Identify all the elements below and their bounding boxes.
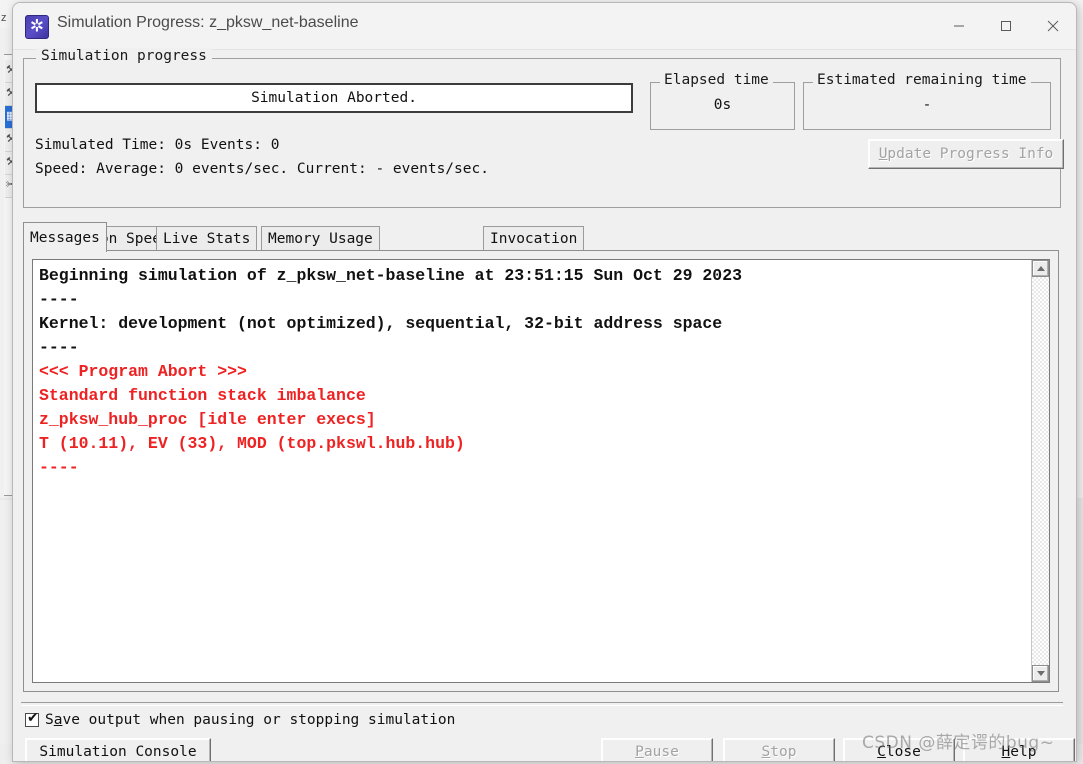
tab-memory-usage[interactable]: Memory Usage	[261, 226, 380, 250]
save-output-checkbox-row[interactable]: ✔ Save output when pausing or stopping s…	[25, 710, 456, 728]
log-line: <<< Program Abort >>>	[39, 362, 247, 381]
simulation-console-button[interactable]: Simulation Console	[25, 738, 211, 761]
messages-panel: Beginning simulation of z_pksw_net-basel…	[23, 250, 1059, 692]
help-button[interactable]: Help	[963, 738, 1075, 761]
log-line: ----	[39, 290, 79, 309]
elapsed-time-legend: Elapsed time	[660, 72, 773, 88]
elapsed-time-value: 0s	[713, 97, 732, 113]
minimize-icon[interactable]	[935, 3, 982, 49]
background-tab-label: z	[1, 12, 7, 24]
group-legend: Simulation progress	[36, 48, 212, 64]
pause-button[interactable]: Pause	[601, 738, 713, 761]
tab-live-stats[interactable]: Live Stats	[156, 226, 258, 250]
estimated-remaining-time-value: -	[922, 97, 932, 113]
close-icon[interactable]	[1029, 3, 1076, 49]
log-line: Beginning simulation of z_pksw_net-basel…	[39, 266, 743, 285]
elapsed-time-group: Elapsed time 0s	[650, 72, 795, 130]
simulated-time-line: Simulated Time: 0s Events: 0	[35, 137, 280, 153]
log-line: z_pksw_hub_proc [idle enter execs]	[39, 410, 376, 429]
progress-bar-text: Simulation Aborted.	[251, 90, 417, 106]
maximize-icon[interactable]	[982, 3, 1029, 49]
close-label: Close	[877, 744, 921, 760]
speed-line: Speed: Average: 0 events/sec. Current: -…	[35, 161, 489, 177]
update-progress-info-button[interactable]: Update Progress Info	[868, 139, 1064, 169]
log-line: Standard function stack imbalance	[39, 386, 366, 405]
simulation-console-label: Simulation Console	[39, 744, 197, 760]
checkmark-icon: ✔	[27, 710, 39, 726]
log-textarea[interactable]: Beginning simulation of z_pksw_net-basel…	[32, 259, 1050, 683]
tab-strip: Simulation Speed Live Stats Memory Usage…	[23, 222, 1059, 252]
title-bar: ✲ Simulation Progress: z_pksw_net-baseli…	[13, 3, 1076, 50]
tab-messages[interactable]: Messages	[23, 222, 107, 252]
log-vertical-scrollbar[interactable]	[1031, 260, 1049, 682]
close-button[interactable]: Close	[843, 738, 955, 761]
save-output-checkbox[interactable]: ✔	[25, 710, 39, 727]
scroll-up-arrow-icon[interactable]	[1032, 260, 1049, 277]
help-label: Help	[1001, 744, 1037, 760]
screen: z ⚒ ⚒ ▦ ⚒ ⚒ ✂ ✲ Simulation Progress: z_p…	[0, 0, 1083, 764]
footer-separator	[21, 702, 1063, 706]
log-line: T (10.11), EV (33), MOD (top.pkswl.hub.h…	[39, 434, 465, 453]
log-line: Kernel: development (not optimized), seq…	[39, 314, 723, 333]
log-lines: Beginning simulation of z_pksw_net-basel…	[39, 264, 1029, 480]
update-progress-info-label: Update Progress Info	[878, 146, 1054, 162]
scrollbar-track[interactable]	[1032, 277, 1049, 665]
simulation-progress-group: Simulation progress Simulation Aborted. …	[23, 48, 1064, 208]
pause-label: Pause	[635, 744, 679, 760]
window-title: Simulation Progress: z_pksw_net-baseline	[57, 14, 359, 31]
save-output-label: Save output when pausing or stopping sim…	[45, 712, 456, 728]
estimated-remaining-time-group: Estimated remaining time -	[803, 72, 1051, 130]
window-controls	[935, 3, 1076, 49]
progress-bar: Simulation Aborted.	[35, 83, 633, 113]
scroll-down-arrow-icon[interactable]	[1032, 665, 1049, 682]
simulation-progress-dialog: ✲ Simulation Progress: z_pksw_net-baseli…	[12, 2, 1077, 762]
stop-button[interactable]: Stop	[723, 738, 835, 761]
log-line: ----	[39, 458, 79, 477]
dialog-body: Simulation progress Simulation Aborted. …	[13, 48, 1076, 761]
stop-label: Stop	[761, 744, 797, 760]
tab-invocation[interactable]: Invocation	[483, 226, 585, 250]
omnet-burst-icon: ✲	[25, 15, 49, 39]
estimated-remaining-time-legend: Estimated remaining time	[813, 72, 1031, 88]
log-line: ----	[39, 338, 79, 357]
